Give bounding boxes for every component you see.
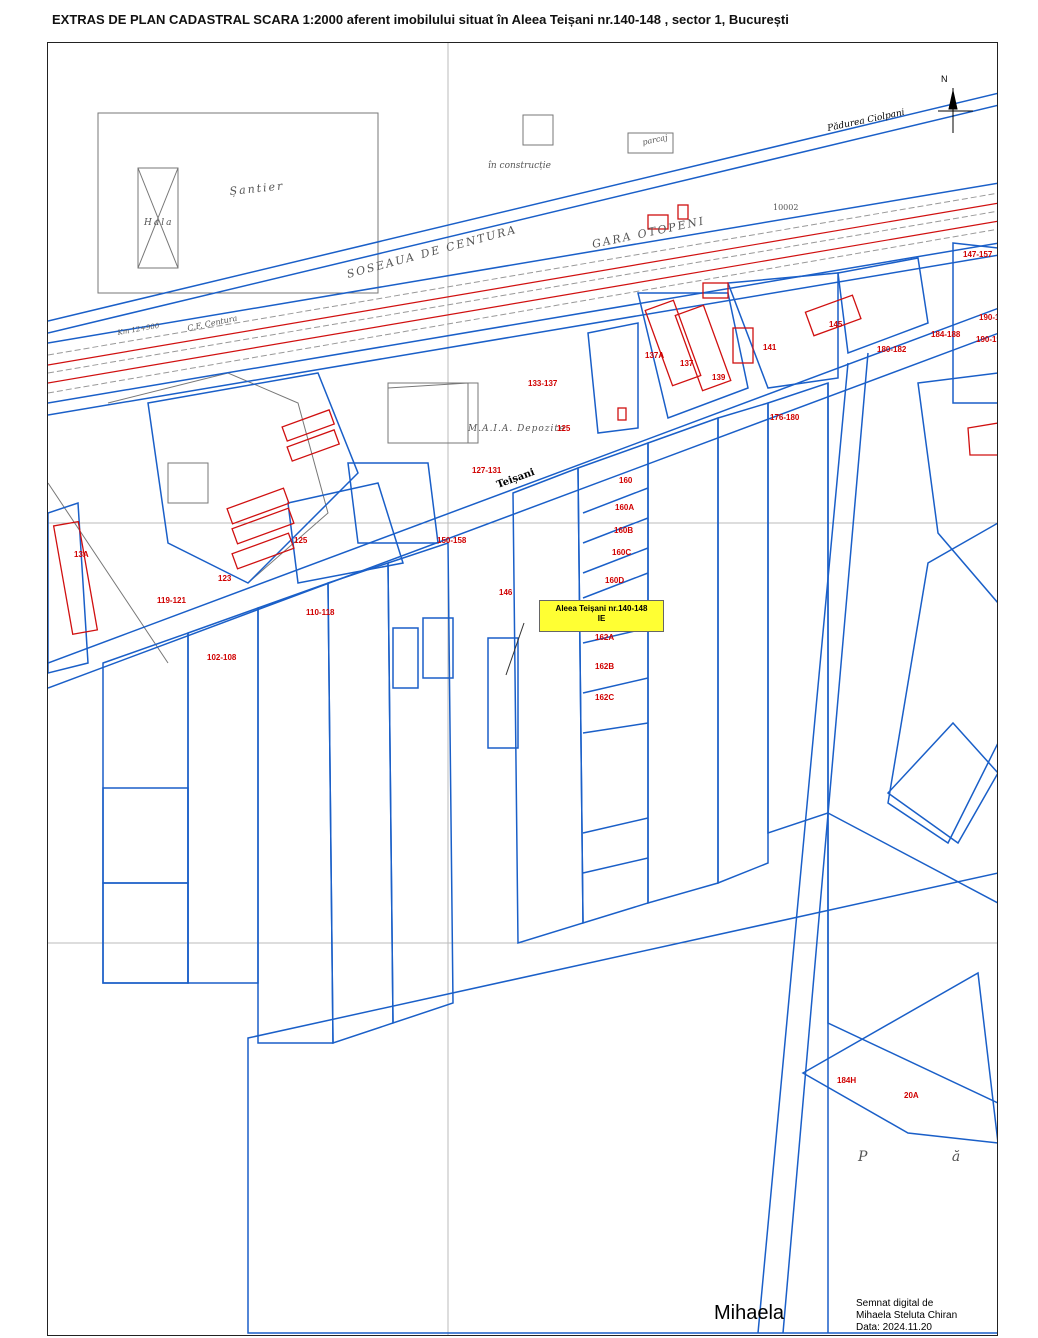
cadastral-map[interactable]: Pădurea Ciolpani GARA OTOPENI Șantier Ha… [47, 42, 998, 1336]
signature-line2: Mihaela Steluta Chiran [856, 1310, 958, 1321]
address-callout[interactable]: Aleea Teișani nr.140-148 IE [539, 600, 664, 632]
teisani-street-label: Teișani [495, 467, 536, 491]
parcel-label: 13A [74, 550, 89, 559]
parcel-label: 137 [680, 359, 694, 368]
parcel-label: 110-118 [306, 608, 335, 617]
map-canvas: Pădurea Ciolpani GARA OTOPENI Șantier Ha… [48, 43, 998, 1335]
parcel-labels: 133-137 125 127-131 160 160A 160B 160C 1… [74, 250, 998, 1100]
parcel-label: 146 [499, 588, 513, 597]
parcel-label: 184H [837, 1076, 856, 1085]
parcel-label: 180-182 [877, 345, 907, 354]
parcel-label: 160D [605, 576, 624, 585]
parcel-label: 102-108 [207, 653, 237, 662]
soseaua-label: SOSEAUA DE CENTURA [345, 223, 518, 281]
parcel-label: 145 [829, 320, 843, 329]
parcel-label: 119-121 [157, 596, 186, 605]
parcel-label: 162C [595, 693, 614, 702]
north-label: N [941, 74, 948, 84]
signature-line1: Semnat digital de [856, 1298, 934, 1309]
km-label: Km 12+900 [116, 322, 160, 337]
parcel-label: 127-131 [472, 466, 502, 475]
parcel-label: 125 [557, 424, 571, 433]
parcel-label: 147-157 [963, 250, 993, 259]
parcel-label: 150-158 [437, 536, 467, 545]
callout-line2: IE [597, 614, 606, 623]
signature-name: Mihaela [714, 1302, 785, 1324]
parcel-label: 20A [904, 1091, 919, 1100]
signature-block: Semnat digital de Mihaela Steluta Chiran… [856, 1298, 957, 1334]
parcel-label: 190-194 [976, 335, 998, 344]
document-title: EXTRAS DE PLAN CADASTRAL SCARA 1:2000 af… [52, 12, 789, 27]
parcaj-label: parcaj [642, 133, 669, 147]
parcels [102, 242, 997, 1334]
signature-line3: Data: 2024.11.20 [856, 1322, 932, 1333]
parcel-label: 160 [619, 476, 633, 485]
santier-label: Șantier [229, 179, 285, 198]
parcel-label: 176-180 [770, 413, 800, 422]
parcel-label: 133-137 [528, 379, 558, 388]
code-label: 10002 [773, 203, 798, 212]
parcel-label: 125 [294, 536, 308, 545]
pa-label: P ă a [857, 1149, 998, 1165]
parcel-label: 160C [612, 548, 631, 557]
parcel-label: 184-188 [931, 330, 961, 339]
hala-label: Hala [143, 218, 173, 228]
maia-label: M.A.I.A. Depozite [467, 424, 565, 434]
parcel-label: 160B [614, 526, 633, 535]
parcel-label: 190-194 [979, 313, 998, 322]
parcel-label: 123 [218, 574, 232, 583]
base-grid [48, 43, 997, 1335]
north-arrow-icon [938, 88, 973, 133]
parcel-label: 141 [763, 343, 777, 352]
parcel-label: 162A [595, 633, 614, 642]
parcel-label: 137A [645, 351, 664, 360]
parcel-label: 160A [615, 503, 634, 512]
constructie-label: în construcție [488, 160, 551, 171]
callout-line1: Aleea Teișani nr.140-148 [555, 604, 648, 613]
cf-centura-label: C.F. Centura [187, 314, 239, 333]
parcel-label: 139 [712, 373, 726, 382]
parcel-label: 162B [595, 662, 614, 671]
